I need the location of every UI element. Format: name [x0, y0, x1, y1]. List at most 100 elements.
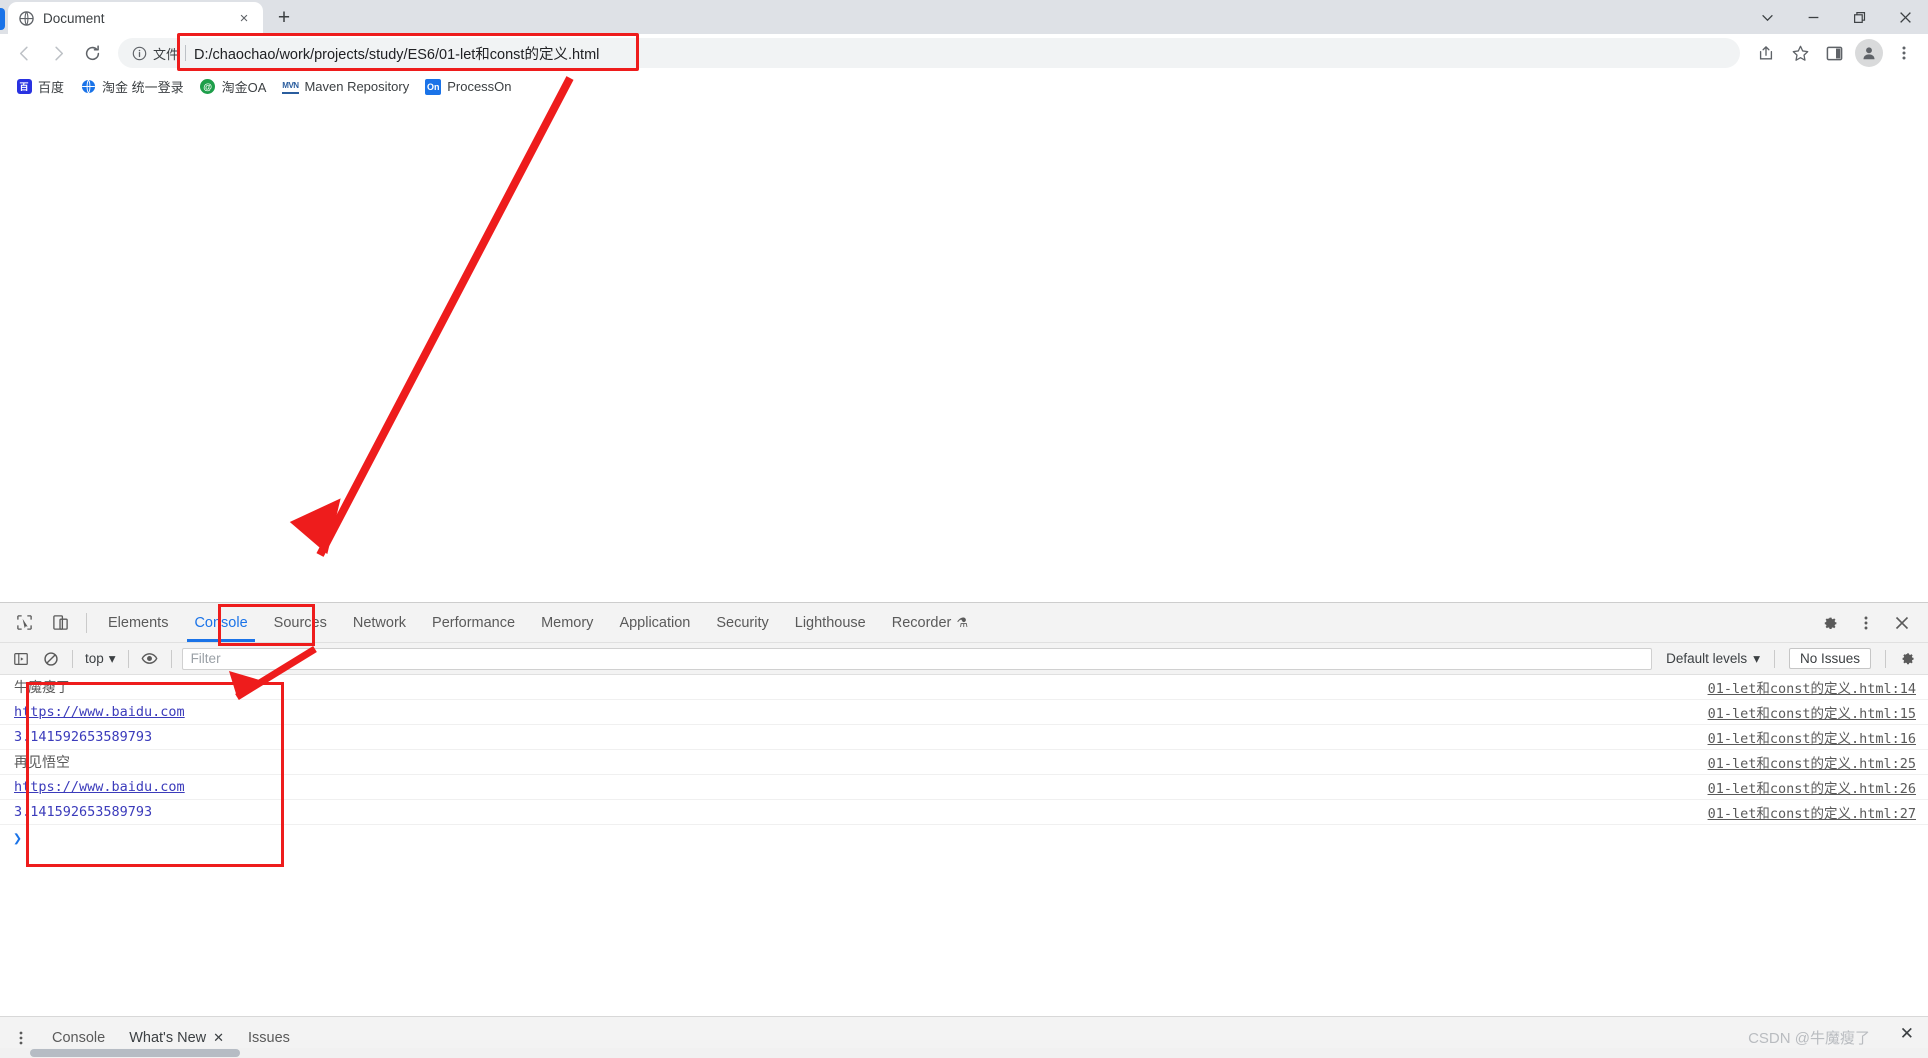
baidu-icon: 百	[16, 79, 32, 95]
tab-recorder[interactable]: Recorder ⚗	[879, 603, 981, 642]
console-message-text[interactable]: https://www.baidu.com	[14, 779, 185, 795]
tab-performance[interactable]: Performance	[419, 603, 528, 642]
console-message-source-link[interactable]: 01-let和const的定义.html:14	[1708, 677, 1916, 697]
close-button[interactable]	[1882, 0, 1928, 34]
new-tab-button[interactable]: +	[269, 2, 299, 32]
tab-title: Document	[43, 10, 105, 26]
bookmarks-bar: 百 百度 淘金 统一登录 @ 淘金OA MVN Maven Repository	[0, 72, 1928, 102]
console-message-row[interactable]: 再见悟空 01-let和const的定义.html:25	[0, 750, 1928, 775]
omnibox-separator	[185, 45, 187, 61]
devtools-more-options-icon[interactable]	[1851, 609, 1881, 637]
watermark-close-icon[interactable]: ✕	[1900, 1024, 1914, 1044]
console-message-row[interactable]: https://www.baidu.com 01-let和const的定义.ht…	[0, 700, 1928, 725]
bottom-scrollbar-thumb[interactable]	[30, 1049, 240, 1057]
tabstrip-left-accent	[0, 8, 5, 30]
tab-security[interactable]: Security	[703, 603, 781, 642]
filterbar-divider-4	[1773, 649, 1775, 668]
console-prompt-row[interactable]: ❯	[0, 825, 1928, 851]
toolbar-right-icons	[1750, 37, 1920, 69]
address-bar[interactable]: 文件 D:/chaochao/work/projects/study/ES6/0…	[118, 38, 1740, 68]
clear-console-icon[interactable]	[38, 647, 64, 671]
back-button[interactable]	[8, 37, 40, 69]
baidu-icon-glyph: 百	[16, 79, 32, 94]
tab-label: Recorder	[891, 614, 952, 631]
tab-lighthouse[interactable]: Lighthouse	[782, 603, 879, 642]
console-filter-toolbar: top ▾ Filter Default levels ▾ No Issues	[0, 643, 1928, 675]
console-message-source-link[interactable]: 01-let和const的定义.html:25	[1708, 752, 1916, 772]
forward-button[interactable]	[42, 37, 74, 69]
console-prompt-caret-icon: ❯	[13, 829, 23, 847]
restore-button[interactable]	[1836, 0, 1882, 34]
console-message-source-link[interactable]: 01-let和const的定义.html:16	[1708, 727, 1916, 747]
console-settings-gear-icon[interactable]	[1894, 647, 1920, 671]
tab-label: Security	[716, 614, 769, 631]
console-message-source-link[interactable]: 01-let和const的定义.html:27	[1708, 802, 1916, 822]
console-message-text: 3.141592653589793	[14, 729, 153, 745]
bookmark-star-icon[interactable]	[1784, 37, 1816, 69]
tab-memory[interactable]: Memory	[528, 603, 606, 642]
live-expression-icon[interactable]	[137, 647, 163, 671]
tab-application[interactable]: Application	[606, 603, 703, 642]
filterbar-divider-3	[170, 649, 172, 668]
tab-elements[interactable]: Elements	[95, 603, 181, 642]
tab-close-button[interactable]: ×	[235, 9, 253, 27]
console-message-row[interactable]: 3.141592653589793 01-let和const的定义.html:1…	[0, 725, 1928, 750]
console-sidebar-toggle-icon[interactable]	[8, 647, 34, 671]
browser-toolbar: 文件 D:/chaochao/work/projects/study/ES6/0…	[0, 34, 1928, 72]
bottom-scrollbar[interactable]	[0, 1048, 1928, 1058]
info-circle-icon[interactable]	[130, 44, 148, 62]
processon-icon: On	[425, 78, 442, 95]
profile-avatar[interactable]	[1855, 39, 1883, 67]
window-controls	[1744, 0, 1928, 34]
bookmark-taojin-oa[interactable]: @ 淘金OA	[194, 74, 275, 99]
bookmark-processon[interactable]: On ProcessOn	[419, 76, 519, 98]
tab-label: Performance	[432, 614, 516, 631]
log-levels-selector[interactable]: Default levels ▾	[1658, 649, 1768, 669]
drawer-more-icon[interactable]	[8, 1025, 34, 1051]
bookmark-label: 淘金OA	[221, 80, 267, 95]
side-panel-icon[interactable]	[1818, 37, 1850, 69]
chevron-down-icon: ▾	[1753, 650, 1760, 666]
execution-context-selector[interactable]: top ▾	[79, 649, 122, 669]
minimize-button[interactable]	[1790, 0, 1836, 34]
globe-icon	[80, 79, 96, 95]
browser-window: Document × + 文件 D:/chaochao/work/project…	[0, 0, 1928, 1058]
taojin-icon-glyph: @	[200, 79, 216, 94]
console-message-source-link[interactable]: 01-let和const的定义.html:15	[1708, 702, 1916, 722]
tab-network[interactable]: Network	[340, 603, 419, 642]
reload-button[interactable]	[76, 37, 108, 69]
bookmark-label: 淘金 统一登录	[102, 80, 184, 95]
experiment-beaker-icon: ⚗	[956, 614, 969, 630]
bookmark-baidu[interactable]: 百 百度	[10, 74, 72, 99]
devtools-tabbar: Elements Console Sources Network Perform…	[0, 603, 1928, 643]
drawer-tab-label: What's New	[129, 1029, 207, 1046]
inspect-element-icon[interactable]	[9, 609, 39, 637]
close-icon[interactable]: ✕	[213, 1030, 224, 1046]
devtools-close-icon[interactable]	[1887, 609, 1917, 637]
omnibox-scheme-label: 文件	[153, 46, 180, 62]
bookmark-maven-repository[interactable]: MVN Maven Repository	[276, 76, 417, 98]
tab-label: Lighthouse	[794, 614, 866, 631]
url-text[interactable]: D:/chaochao/work/projects/study/ES6/01-l…	[194, 43, 1734, 64]
browser-tab-document[interactable]: Document ×	[8, 2, 263, 34]
bookmark-taojin-sso[interactable]: 淘金 统一登录	[74, 74, 192, 99]
devtools-settings-gear-icon[interactable]	[1815, 609, 1845, 637]
device-toolbar-icon[interactable]	[45, 609, 75, 637]
console-filter-input[interactable]: Filter	[181, 647, 1653, 670]
context-label: top	[85, 651, 104, 666]
filterbar-divider-2	[127, 649, 129, 668]
console-message-row[interactable]: 牛魔瘦了 01-let和const的定义.html:14	[0, 675, 1928, 700]
console-message-list[interactable]: 牛魔瘦了 01-let和const的定义.html:14 https://www…	[0, 675, 1928, 1016]
page-viewport	[0, 102, 1928, 602]
share-icon[interactable]	[1750, 37, 1782, 69]
console-message-text[interactable]: https://www.baidu.com	[14, 704, 185, 720]
chrome-menu-icon[interactable]	[1888, 37, 1920, 69]
tab-sources[interactable]: Sources	[261, 603, 340, 642]
issues-status-button[interactable]: No Issues	[1788, 648, 1871, 669]
console-message-source-link[interactable]: 01-let和const的定义.html:26	[1708, 777, 1916, 797]
console-message-row[interactable]: 3.141592653589793 01-let和const的定义.html:2…	[0, 800, 1928, 825]
tab-search-button[interactable]	[1744, 0, 1790, 34]
console-message-row[interactable]: https://www.baidu.com 01-let和const的定义.ht…	[0, 775, 1928, 800]
bookmark-label: ProcessOn	[447, 79, 512, 94]
tab-console[interactable]: Console	[181, 603, 260, 642]
